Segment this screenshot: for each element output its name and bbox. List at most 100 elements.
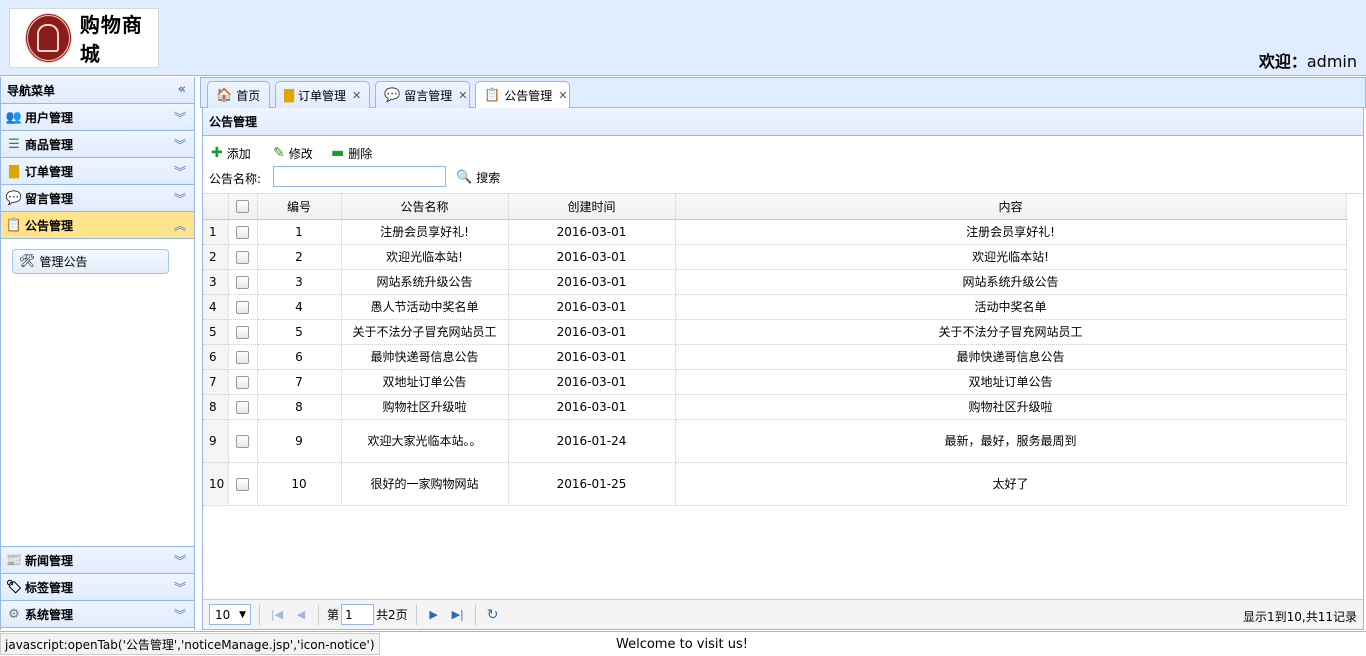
header: 购物商城 欢迎：admin — [0, 0, 1366, 76]
search-input[interactable] — [273, 166, 446, 187]
table-row[interactable]: 4 4 愚人节活动中奖名单 2016-03-01 活动中奖名单 — [203, 294, 1347, 320]
search-icon: 🔍 — [456, 170, 473, 185]
select-all-checkbox[interactable] — [236, 200, 249, 214]
row-checkbox-cell[interactable] — [228, 269, 258, 295]
sidebar-item-users[interactable]: 👥 用户管理 ︾ — [1, 104, 194, 131]
sidebar-item-orders[interactable]: ▇ 订单管理 ︾ — [1, 158, 194, 185]
row-checkbox[interactable] — [236, 375, 249, 389]
row-checkbox[interactable] — [236, 434, 249, 448]
cell-id: 7 — [257, 369, 342, 395]
cell-content: 网站系统升级公告 — [675, 269, 1347, 295]
table-row[interactable]: 6 6 最帅快递哥信息公告 2016-03-01 最帅快递哥信息公告 — [203, 344, 1347, 370]
users-icon: 👥 — [5, 109, 23, 125]
logo-text: 购物商城 — [79, 13, 143, 66]
cell-date: 2016-03-01 — [508, 319, 676, 345]
tab-orders[interactable]: ▇ 订单管理 ✕ — [275, 81, 370, 108]
row-checkbox-cell[interactable] — [228, 219, 258, 245]
page-number-input[interactable]: 1 — [341, 604, 375, 625]
sidebar-item-tags[interactable]: 🏷 标签管理 ︾ — [1, 574, 194, 601]
cell-name: 购物社区升级啦 — [341, 394, 509, 420]
select-all-checkbox-header[interactable] — [228, 194, 258, 220]
chevron-down-icon[interactable]: ︾ — [174, 552, 186, 569]
row-checkbox[interactable] — [236, 225, 249, 239]
sidebar-item-news[interactable]: 📰 新闻管理 ︾ — [1, 547, 194, 574]
table-row[interactable]: 8 8 购物社区升级啦 2016-03-01 购物社区升级啦 — [203, 394, 1347, 420]
tag-icon: 🏷 — [5, 579, 23, 595]
close-icon[interactable]: ✕ — [352, 89, 361, 102]
row-checkbox[interactable] — [236, 325, 249, 339]
tab-label: 留言管理 — [404, 88, 453, 103]
page-size-value: 10 — [215, 607, 231, 622]
chevron-down-icon[interactable]: ︾ — [174, 163, 186, 180]
main-area: 🏠 首页 ▇ 订单管理 ✕ 💬 留言管理 ✕ 📋 公告管理 ✕ 公告管理 ✚ 添… — [200, 77, 1366, 630]
row-checkbox-cell[interactable] — [228, 394, 258, 420]
add-label: 添加 — [226, 146, 251, 161]
column-header[interactable]: 创建时间 — [508, 194, 676, 220]
table-row[interactable]: 3 3 网站系统升级公告 2016-03-01 网站系统升级公告 — [203, 269, 1347, 295]
chevron-down-icon[interactable]: ︾ — [174, 579, 186, 596]
refresh-icon[interactable]: ↻ — [484, 607, 502, 623]
logo-seal-icon — [25, 13, 72, 63]
sidebar: 导航菜单 « 👥 用户管理 ︾ ☰ 商品管理 ︾ ▇ 订单管理 ︾ 💬 留言管理… — [0, 77, 195, 630]
column-header[interactable]: 内容 — [675, 194, 1347, 220]
chevron-down-icon[interactable]: ︾ — [174, 190, 186, 207]
row-checkbox-cell[interactable] — [228, 419, 258, 463]
chevron-up-icon[interactable]: ︽ — [174, 217, 186, 234]
row-checkbox[interactable] — [236, 400, 249, 414]
cell-date: 2016-03-01 — [508, 344, 676, 370]
row-checkbox-cell[interactable] — [228, 369, 258, 395]
speech-bubble-icon: 💬 — [384, 87, 401, 103]
sidebar-item-notices[interactable]: 📋 公告管理 ︽ — [1, 212, 194, 239]
row-checkbox[interactable] — [236, 250, 249, 264]
speech-bubble-icon: 💬 — [5, 190, 23, 206]
chevron-down-icon[interactable]: ︾ — [174, 136, 186, 153]
table-row[interactable]: 7 7 双地址订单公告 2016-03-01 双地址订单公告 — [203, 369, 1347, 395]
tab-messages[interactable]: 💬 留言管理 ✕ — [375, 81, 470, 108]
tab-home[interactable]: 🏠 首页 — [207, 81, 270, 108]
status-url: javascript:openTab('公告管理','noticeManage.… — [0, 633, 380, 655]
row-checkbox[interactable] — [236, 350, 249, 364]
delete-button[interactable]: ▬ 删除 — [331, 143, 372, 163]
last-page-icon[interactable]: ▶| — [449, 608, 467, 621]
prev-page-icon[interactable]: ◀ — [292, 608, 310, 621]
edit-button[interactable]: ✎ 修改 — [273, 143, 313, 163]
row-checkbox[interactable] — [236, 275, 249, 289]
row-checkbox-cell[interactable] — [228, 294, 258, 320]
cell-content: 欢迎光临本站! — [675, 244, 1347, 270]
manage-notice-link[interactable]: 🛠 管理公告 — [12, 249, 169, 274]
sidebar-item-products[interactable]: ☰ 商品管理 ︾ — [1, 131, 194, 158]
table-row[interactable]: 9 9 欢迎大家光临本站。。 2016-01-24 最新，最好，服务最周到 — [203, 419, 1347, 463]
first-page-icon[interactable]: |◀ — [268, 608, 286, 621]
chevron-down-icon[interactable]: ︾ — [174, 606, 186, 623]
row-checkbox-cell[interactable] — [228, 319, 258, 345]
tab-notices[interactable]: 📋 公告管理 ✕ — [475, 81, 570, 109]
add-button[interactable]: ✚ 添加 — [211, 143, 251, 163]
table-row[interactable]: 2 2 欢迎光临本站! 2016-03-01 欢迎光临本站! — [203, 244, 1347, 270]
table-row[interactable]: 10 10 很好的一家购物网站 2016-01-25 太好了 — [203, 462, 1347, 506]
row-checkbox-cell[interactable] — [228, 344, 258, 370]
row-checkbox[interactable] — [236, 477, 249, 491]
cell-id: 3 — [257, 269, 342, 295]
cell-content: 最帅快递哥信息公告 — [675, 344, 1347, 370]
row-checkbox[interactable] — [236, 300, 249, 314]
row-checkbox-cell[interactable] — [228, 462, 258, 506]
sidebar-item-system[interactable]: ⚙ 系统管理 ︾ — [1, 601, 194, 628]
list-icon: ☰ — [8, 136, 20, 152]
search-button[interactable]: 🔍 搜索 — [456, 169, 500, 186]
welcome-label: 欢迎： — [1258, 52, 1307, 71]
next-page-icon[interactable]: ▶ — [425, 608, 443, 621]
row-checkbox-cell[interactable] — [228, 244, 258, 270]
double-chevron-left-icon[interactable]: « — [178, 82, 186, 97]
sidebar-item-messages[interactable]: 💬 留言管理 ︾ — [1, 185, 194, 212]
column-header[interactable]: 公告名称 — [341, 194, 509, 220]
close-icon[interactable]: ✕ — [558, 89, 567, 102]
column-header[interactable]: 编号 — [257, 194, 342, 220]
page-size-select[interactable]: 10 ▼ — [209, 604, 251, 625]
cell-content: 最新，最好，服务最周到 — [675, 419, 1347, 463]
tools-icon: 🛠 — [19, 254, 36, 269]
close-icon[interactable]: ✕ — [458, 89, 467, 102]
table-row[interactable]: 1 1 注册会员享好礼! 2016-03-01 注册会员享好礼! — [203, 219, 1347, 245]
table-header: 编号 公告名称 创建时间 内容 — [203, 194, 1347, 220]
chevron-down-icon[interactable]: ︾ — [174, 109, 186, 126]
table-row[interactable]: 5 5 关于不法分子冒充网站员工 2016-03-01 关于不法分子冒充网站员工 — [203, 319, 1347, 345]
